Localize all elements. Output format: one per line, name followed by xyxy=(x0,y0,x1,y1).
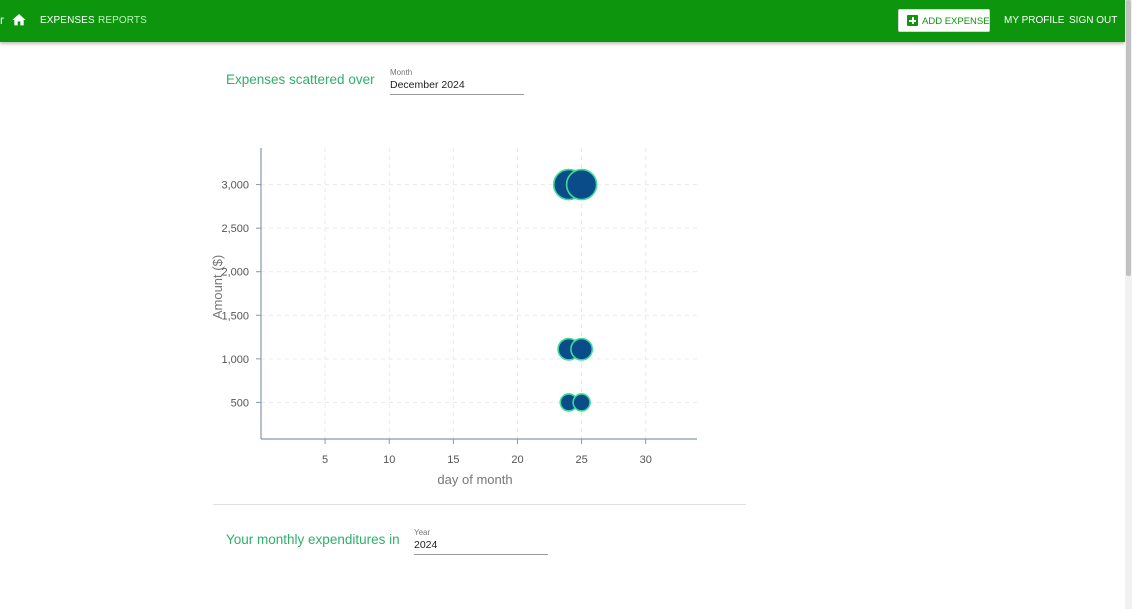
year-field-label: Year xyxy=(414,528,431,537)
my-profile-link[interactable]: MY PROFILE xyxy=(1004,15,1064,26)
top-navigation-bar: r EXPENSES REPORTS ADD EXPENSE MY PROFIL… xyxy=(0,0,1125,42)
month-field-label: Month xyxy=(390,68,413,77)
y-tick-label-3: 2,000 xyxy=(221,267,249,279)
x-axis-label: day of month xyxy=(437,472,512,487)
y-tick-label-1: 1,000 xyxy=(221,354,249,366)
sign-out-link[interactable]: SIGN OUT xyxy=(1069,15,1117,26)
x-tick-label-3: 20 xyxy=(511,454,523,466)
x-tick-label-0: 5 xyxy=(322,454,328,466)
add-expense-button[interactable]: ADD EXPENSE xyxy=(898,9,990,32)
chart-axes xyxy=(260,148,697,440)
home-icon[interactable] xyxy=(11,12,27,28)
nav-edge-glyph: r xyxy=(0,13,4,27)
scatter-point-5 xyxy=(572,393,591,412)
y-axis-label: Amount ($) xyxy=(210,255,225,319)
y-tick-label-5: 3,000 xyxy=(221,180,249,192)
expenses-scatter-chart: 5 10 15 20 25 305001,0001,5002,0002,5003,000 … xyxy=(210,148,697,487)
nav-link-reports[interactable]: REPORTS xyxy=(98,15,147,26)
year-input[interactable] xyxy=(414,539,548,555)
scrollbar-thumb[interactable] xyxy=(1126,0,1131,276)
y-tick-label-2: 1,500 xyxy=(221,310,249,322)
x-tick-label-5: 30 xyxy=(640,454,652,466)
chart-grid xyxy=(261,148,697,439)
add-expense-label: ADD EXPENSE xyxy=(922,16,990,27)
month-input[interactable] xyxy=(390,79,524,95)
x-tick-label-1: 10 xyxy=(383,454,395,466)
monthly-section-title: Your monthly expenditures in xyxy=(226,532,400,547)
x-tick-label-2: 15 xyxy=(447,454,459,466)
chart-points xyxy=(552,168,598,412)
scatter-point-1 xyxy=(565,168,598,201)
nav-link-expenses[interactable]: EXPENSES xyxy=(40,15,95,26)
scatter-section-title: Expenses scattered over xyxy=(226,72,375,87)
y-tick-label-4: 2,500 xyxy=(221,223,249,235)
x-tick-label-4: 25 xyxy=(575,454,587,466)
chart-ticks: 5 10 15 20 25 30 500 1,000 1,500 2,000 2,500 3,000 xyxy=(221,180,651,466)
scatter-point-3 xyxy=(570,337,594,361)
y-tick-label-0: 500 xyxy=(231,397,249,409)
add-box-icon xyxy=(907,15,918,26)
section-divider xyxy=(213,504,746,505)
